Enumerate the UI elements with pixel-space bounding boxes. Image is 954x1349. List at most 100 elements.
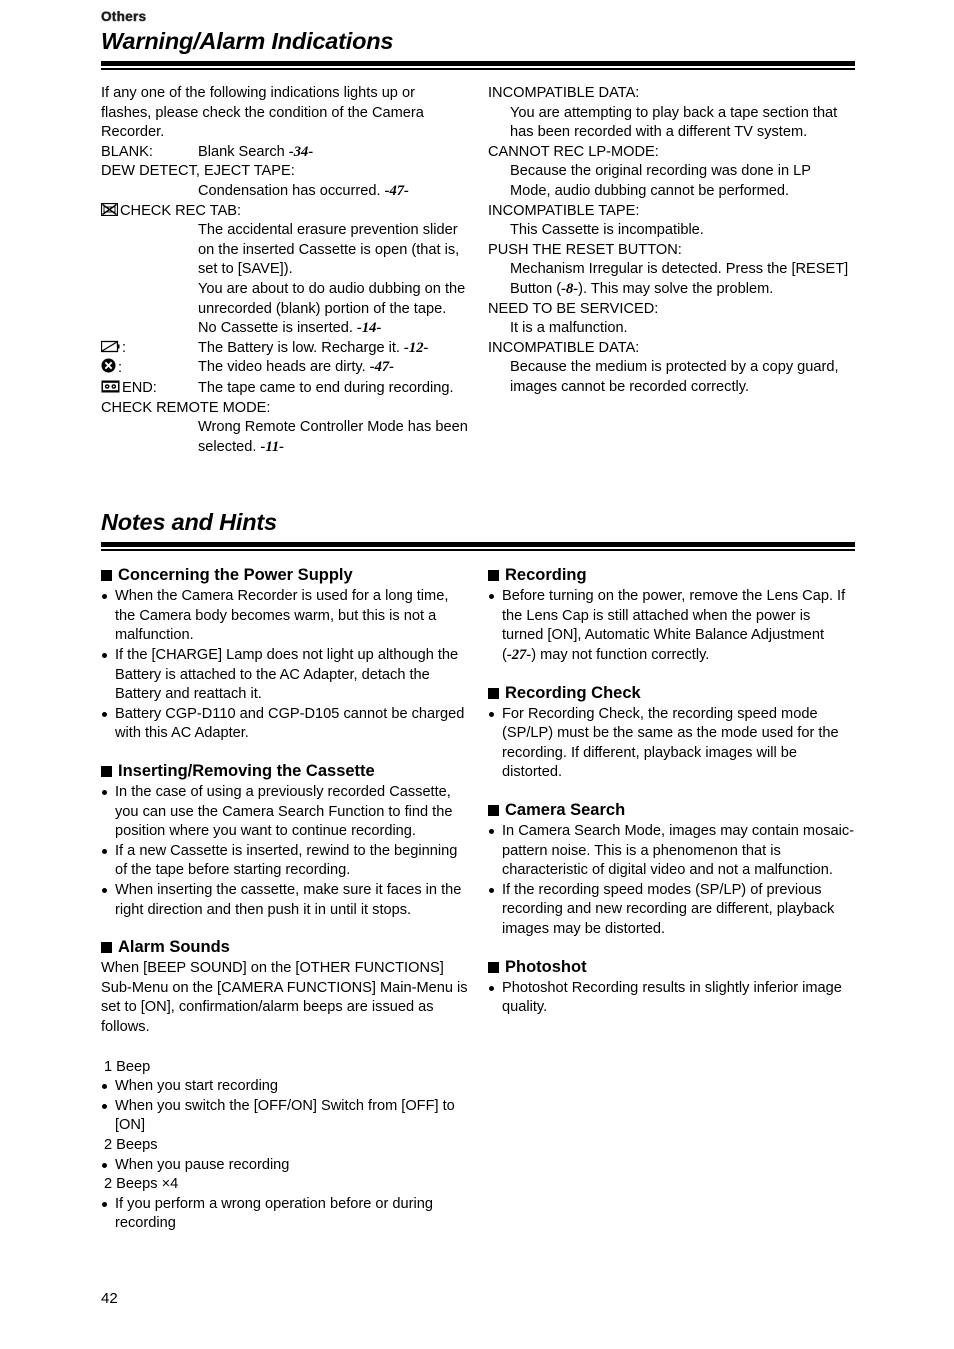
note-heading-power-supply: Concerning the Power Supply	[101, 565, 468, 586]
round-bullet-icon	[489, 985, 494, 991]
round-bullet-icon	[489, 594, 494, 600]
warning-term: INCOMPATIBLE TAPE:	[488, 202, 640, 219]
square-bullet-icon	[101, 942, 112, 954]
page-reference: -12-	[404, 339, 429, 356]
note-heading-alarm-sounds: Alarm Sounds	[101, 937, 468, 958]
warning-term: :	[118, 360, 123, 377]
rule-thin	[101, 68, 855, 70]
warnings-right-column: INCOMPATIBLE DATA: You are attempting to…	[488, 84, 855, 398]
document-page: Others Warning/Alarm Indications If any …	[0, 0, 954, 1349]
note-bullet: When the Camera Recorder is used for a l…	[101, 587, 468, 646]
warning-term: BLANK:	[101, 143, 153, 160]
note-bullet: When inserting the cassette, make sure i…	[101, 881, 468, 920]
note-heading-recording: Recording	[488, 565, 855, 586]
section-title-warnings: Warning/Alarm Indications	[101, 28, 394, 54]
warnings-intro: If any one of the following indications …	[101, 85, 424, 141]
note-bullet: In the case of using a previously record…	[101, 783, 468, 842]
note-bullet: For Recording Check, the recording speed…	[488, 705, 855, 783]
warning-term: INCOMPATIBLE DATA:	[488, 339, 640, 356]
notes-right-column: Recording Before turning on the power, r…	[488, 565, 855, 1018]
notes-left-column: Concerning the Power Supply When the Cam…	[101, 565, 468, 1234]
note-bullet: Photoshot Recording results in slightly …	[488, 979, 855, 1018]
page-reference: -14-	[356, 320, 382, 337]
beep-count-label: 2 Beeps	[104, 1136, 158, 1153]
warning-term: :	[122, 339, 127, 356]
warning-desc: The Battery is low. Recharge it. -12-	[198, 339, 429, 356]
note-bullet: If you perform a wrong operation before …	[101, 1195, 468, 1234]
section-rule	[101, 542, 855, 552]
warning-entry-cannot-rec-lp-mode: CANNOT REC LP-MODE: Because the original…	[488, 143, 855, 202]
warning-entry-dew-detect: DEW DETECT, EJECT TAPE: Condensation has…	[101, 162, 468, 201]
check-rec-tab-icon	[101, 202, 118, 216]
warning-desc-1: The accidental erasure prevention slider…	[198, 222, 460, 278]
warning-desc: Wrong Remote Controller Mode has been se…	[198, 419, 468, 455]
page-number: 42	[101, 1290, 118, 1307]
rule-thin	[101, 549, 855, 552]
warning-term: CANNOT REC LP-MODE:	[488, 143, 659, 160]
warnings-columns: If any one of the following indications …	[101, 84, 855, 457]
note-heading-inserting-removing-cassette: Inserting/Removing the Cassette	[101, 761, 468, 782]
warning-desc-3: No Cassette is inserted. -14-	[198, 320, 382, 337]
note-bullet: If the [CHARGE] Lamp does not light up a…	[101, 646, 468, 705]
note-bullet: When you start recording	[101, 1077, 468, 1097]
warning-desc: The tape came to end during recording.	[198, 379, 454, 396]
note-bullet: When you pause recording	[101, 1156, 468, 1176]
round-bullet-icon	[489, 711, 494, 717]
note-heading-camera-search: Camera Search	[488, 800, 855, 821]
round-bullet-icon	[102, 1162, 107, 1168]
warning-term: NEED TO BE SERVICED:	[488, 300, 659, 317]
note-bullet: When you switch the [OFF/ON] Switch from…	[101, 1097, 468, 1136]
warning-term: END:	[122, 379, 157, 396]
warning-desc: The video heads are dirty. -47-	[198, 359, 395, 376]
warning-term: PUSH THE RESET BUTTON:	[488, 241, 682, 258]
warning-desc: You are attempting to play back a tape s…	[510, 104, 838, 141]
warning-entry-tape-end: END: The tape came to end during recordi…	[101, 379, 468, 399]
warning-entry-dirty-heads: : The video heads are dirty. -47-	[101, 358, 468, 379]
beep-count-label: 1 Beep	[104, 1058, 151, 1075]
round-bullet-icon	[102, 848, 107, 854]
note-bullet: If a new Cassette is inserted, rewind to…	[101, 842, 468, 881]
warning-term: INCOMPATIBLE DATA:	[488, 85, 640, 101]
square-bullet-icon	[101, 766, 112, 778]
warning-entry-incompatible-data-2: INCOMPATIBLE DATA: Because the medium is…	[488, 339, 855, 398]
square-bullet-icon	[488, 805, 499, 817]
round-bullet-icon	[102, 711, 107, 717]
section-title-notes: Notes and Hints	[101, 509, 277, 536]
warning-desc: Blank Search -34-	[198, 143, 314, 160]
note-bullet: Battery CGP-D110 and CGP-D105 cannot be …	[101, 705, 468, 744]
square-bullet-icon	[488, 961, 499, 973]
warning-entry-need-to-be-serviced: NEED TO BE SERVICED: It is a malfunction…	[488, 300, 855, 339]
alarm-sounds-paragraph: When [BEEP SOUND] on the [OTHER FUNCTION…	[101, 960, 468, 1035]
warning-desc: This Cassette is incompatible.	[510, 222, 704, 239]
page-reference: -8-	[561, 280, 579, 297]
note-bullet: In Camera Search Mode, images may contai…	[488, 822, 855, 881]
warning-entry-battery-low: : The Battery is low. Recharge it. -12-	[101, 339, 468, 359]
battery-low-icon	[101, 340, 120, 353]
square-bullet-icon	[101, 570, 112, 582]
warning-entry-check-remote-mode: CHECK REMOTE MODE: Wrong Remote Controll…	[101, 399, 468, 458]
note-bullet: Before turning on the power, remove the …	[488, 587, 855, 665]
warning-desc: Mechanism Irregular is detected. Press t…	[510, 261, 849, 297]
notes-columns: Concerning the Power Supply When the Cam…	[101, 565, 855, 1234]
warning-desc: It is a malfunction.	[510, 320, 628, 337]
dirty-heads-icon	[101, 358, 116, 373]
warning-entry-incompatible-tape: INCOMPATIBLE TAPE: This Cassette is inco…	[488, 202, 855, 241]
note-heading-photoshot: Photoshot	[488, 957, 855, 978]
square-bullet-icon	[488, 570, 499, 582]
warning-desc: Because the medium is protected by a cop…	[510, 359, 839, 395]
tape-end-icon	[101, 380, 120, 393]
warning-term: CHECK REMOTE MODE:	[101, 399, 271, 416]
warning-entry-push-reset-button: PUSH THE RESET BUTTON: Mechanism Irregul…	[488, 241, 855, 300]
round-bullet-icon	[102, 790, 107, 796]
warning-desc: Because the original recording was done …	[510, 163, 811, 199]
round-bullet-icon	[102, 594, 107, 600]
page-content: Others Warning/Alarm Indications If any …	[101, 10, 855, 1234]
warning-desc: Condensation has occurred. -47-	[198, 182, 409, 199]
warning-term: DEW DETECT, EJECT TAPE:	[101, 163, 295, 180]
warning-entry-incompatible-data-1: INCOMPATIBLE DATA: You are attempting to…	[488, 84, 855, 143]
note-heading-recording-check: Recording Check	[488, 683, 855, 704]
round-bullet-icon	[102, 888, 107, 893]
warning-term: CHECK REC TAB:	[120, 202, 242, 219]
round-bullet-icon	[102, 1201, 107, 1207]
running-head: Others	[101, 9, 147, 24]
